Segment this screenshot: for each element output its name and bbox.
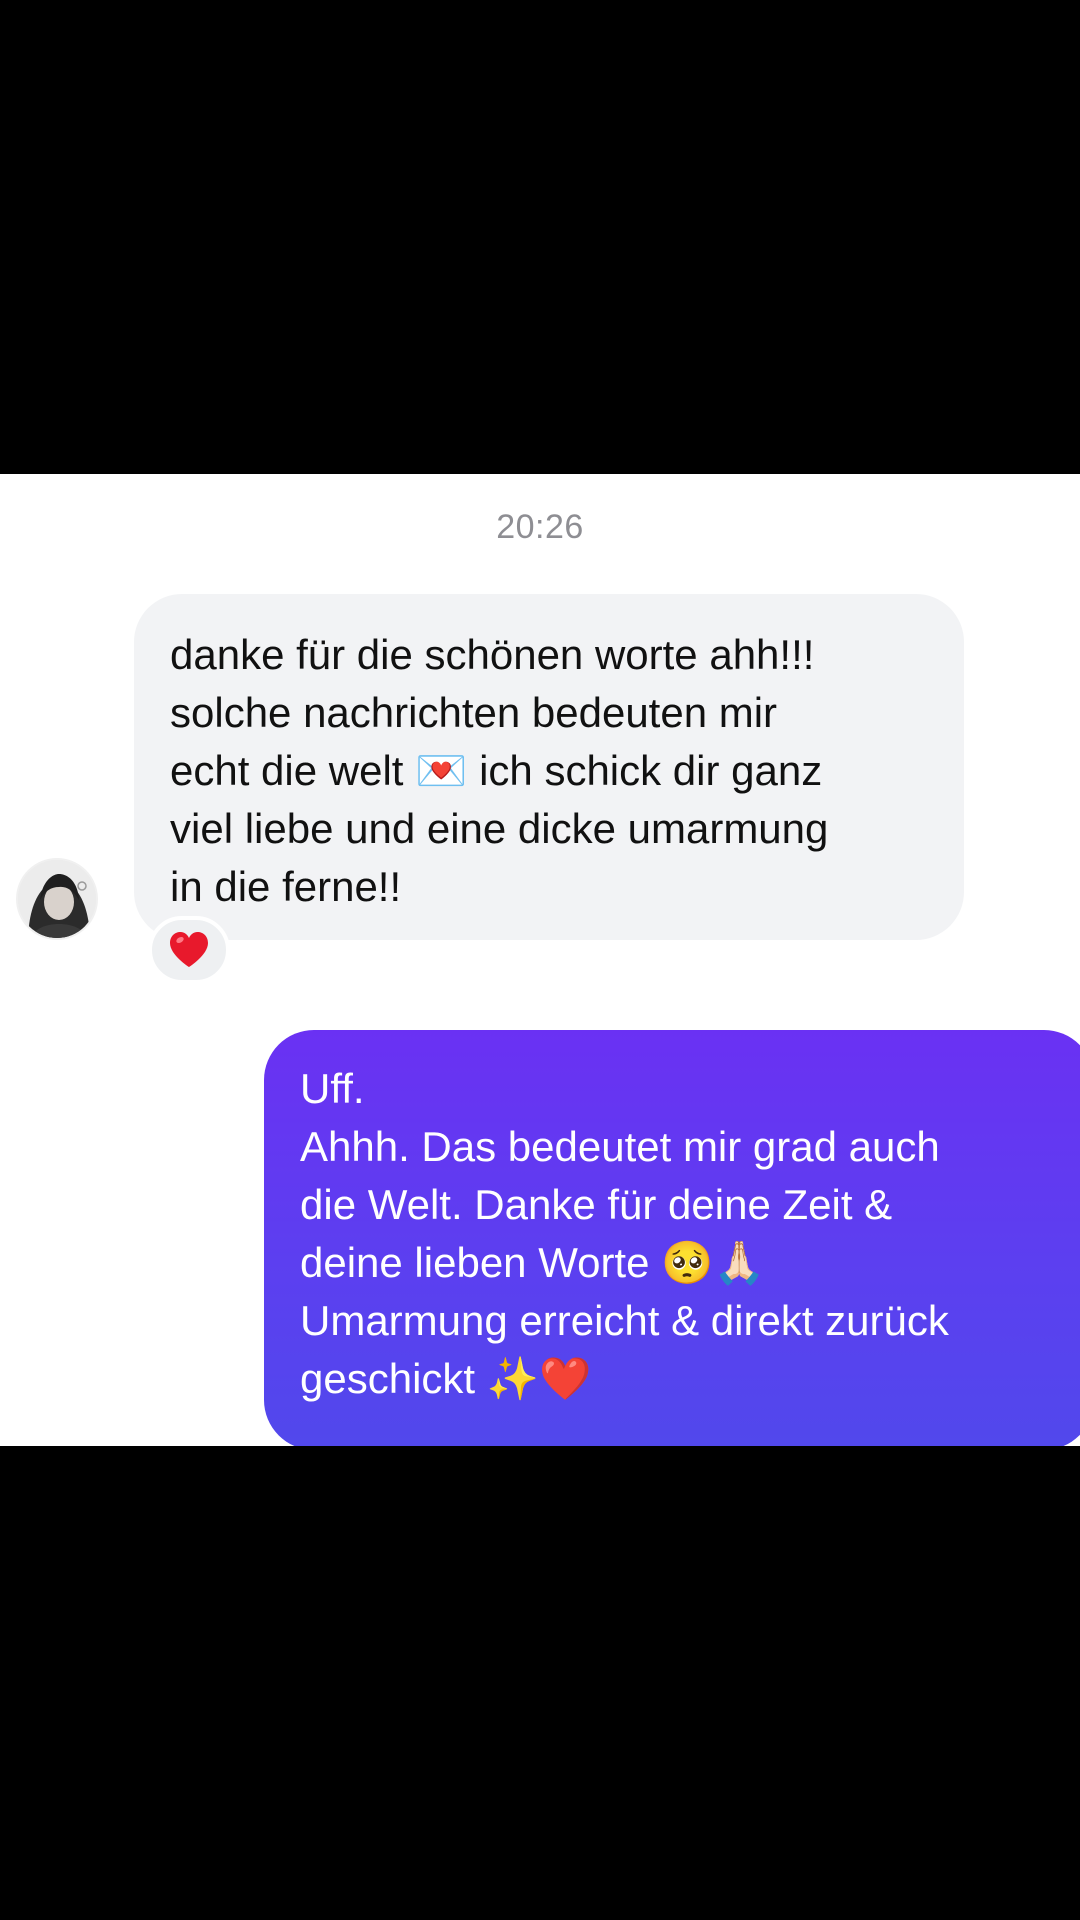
avatar-portrait-icon [18, 860, 96, 938]
screen: 20:26 danke für die schönen worte ahh!!!… [0, 0, 1080, 1920]
sender-avatar[interactable] [16, 858, 98, 940]
outgoing-message-bubble[interactable]: Uff. Ahhh. Das bedeutet mir grad auch di… [264, 1030, 1080, 1446]
message-timestamp: 20:26 [496, 508, 584, 546]
red-heart-icon [170, 932, 208, 967]
heart-reaction-badge[interactable] [148, 916, 230, 984]
incoming-message-text: danke für die schönen worte ahh!!! solch… [170, 631, 829, 910]
chat-thread[interactable]: 20:26 danke für die schönen worte ahh!!!… [0, 474, 1080, 1446]
incoming-message-bubble[interactable]: danke für die schönen worte ahh!!! solch… [134, 594, 964, 940]
outgoing-message-text: Uff. Ahhh. Das bedeutet mir grad auch di… [300, 1065, 949, 1402]
